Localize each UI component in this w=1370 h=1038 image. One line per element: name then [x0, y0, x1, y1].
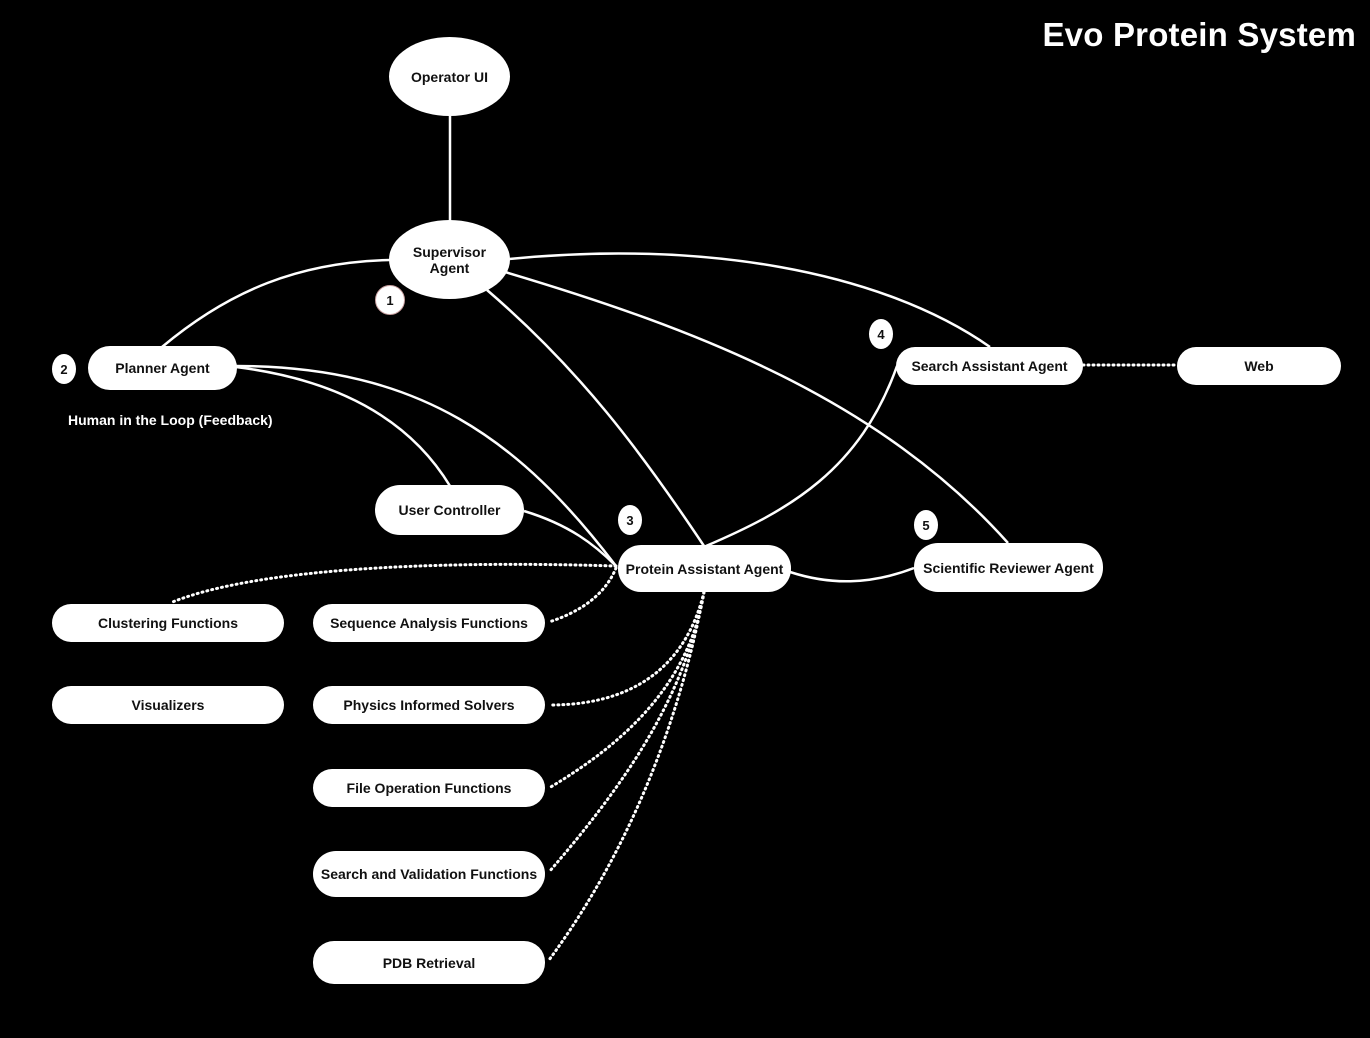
node-supervisor-agent[interactable]: Supervisor Agent: [389, 220, 510, 299]
step-badge-5: 5: [914, 510, 938, 540]
node-label: Protein Assistant Agent: [625, 560, 784, 577]
node-user-controller[interactable]: User Controller: [375, 485, 524, 535]
step-badge-2: 2: [52, 354, 76, 384]
edge-protein-sequence: [547, 566, 618, 624]
node-label: Search Assistant Agent: [911, 358, 1068, 374]
node-sequence-analysis-functions[interactable]: Sequence Analysis Functions: [313, 604, 545, 642]
diagram-title: Evo Protein System: [1042, 16, 1356, 53]
node-label: Planner Agent: [115, 360, 210, 376]
node-protein-assistant-agent[interactable]: Protein Assistant Agent: [618, 545, 791, 592]
node-operator-ui[interactable]: Operator UI: [389, 37, 510, 116]
node-scientific-reviewer-agent[interactable]: Scientific Reviewer Agent: [914, 543, 1103, 592]
edge-supervisor-planner: [161, 258, 391, 348]
node-label: Sequence Analysis Functions: [330, 615, 528, 631]
node-label: Scientific Reviewer Agent: [923, 559, 1094, 576]
node-label: Physics Informed Solvers: [343, 697, 515, 713]
edge-protein-clustering: [168, 562, 618, 605]
step-badge-1: 1: [375, 285, 405, 315]
node-pdb-retrieval[interactable]: PDB Retrieval: [313, 941, 545, 984]
node-label: Visualizers: [131, 697, 205, 713]
edge-search-protein: [705, 365, 899, 548]
step-badge-4: 4: [869, 319, 893, 349]
node-visualizers[interactable]: Visualizers: [52, 686, 284, 724]
node-label: Clustering Functions: [98, 615, 238, 631]
node-label: User Controller: [398, 502, 501, 518]
node-clustering-functions[interactable]: Clustering Functions: [52, 604, 284, 642]
node-planner-agent[interactable]: Planner Agent: [88, 346, 237, 390]
step-badge-3: 3: [618, 505, 642, 535]
node-label: Search and Validation Functions: [320, 866, 538, 882]
node-label: Operator UI: [410, 68, 488, 85]
node-search-and-validation-functions[interactable]: Search and Validation Functions: [313, 851, 545, 897]
node-web[interactable]: Web: [1177, 347, 1341, 385]
node-label: Web: [1244, 358, 1274, 374]
edge-supervisor-search: [508, 252, 991, 349]
node-file-operation-functions[interactable]: File Operation Functions: [313, 769, 545, 807]
node-search-assistant-agent[interactable]: Search Assistant Agent: [896, 347, 1083, 385]
human-in-loop-note: Human in the Loop (Feedback): [68, 412, 273, 428]
node-physics-informed-solvers[interactable]: Physics Informed Solvers: [313, 686, 545, 724]
edges-layer: [161, 115, 1179, 962]
node-label: PDB Retrieval: [382, 954, 476, 971]
node-label: Supervisor Agent: [412, 243, 487, 276]
edge-protein-reviewer: [789, 566, 915, 583]
edge-usercontroller-protein: [523, 509, 617, 567]
edge-planner-protein: [235, 364, 617, 567]
node-label: File Operation Functions: [346, 780, 512, 796]
